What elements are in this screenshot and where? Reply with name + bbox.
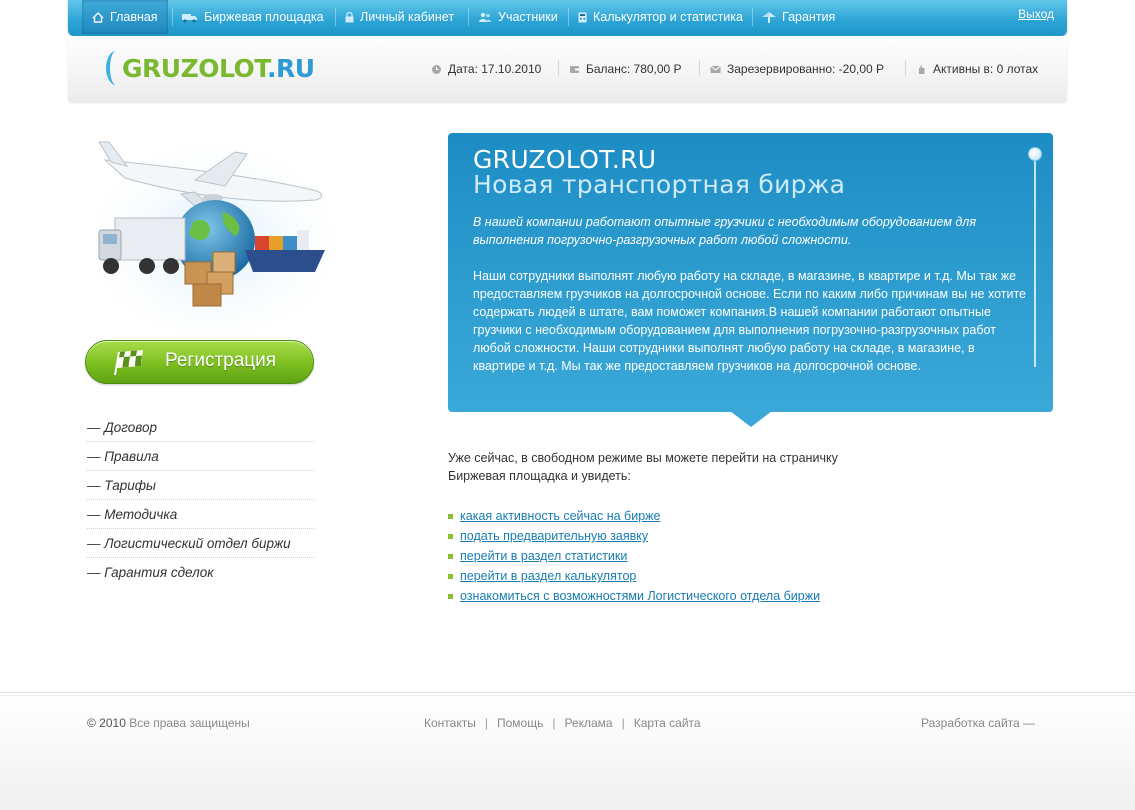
list-item: перейти в раздел статистики — [448, 546, 820, 566]
lock-icon — [345, 11, 354, 22]
stat-balance: Баланс: 780,00 Р — [569, 62, 682, 76]
sidebar-item-label: — Гарантия сделок — [87, 565, 214, 580]
logout-link[interactable]: Выход — [1018, 7, 1054, 21]
info-box-subtitle: Новая транспортная биржа — [473, 170, 846, 199]
link-calculator[interactable]: перейти в раздел калькулятор — [460, 566, 636, 586]
stat-active-text: Активны в: 0 лотах — [933, 62, 1039, 76]
nav-item-label: Участники — [498, 10, 558, 24]
quick-links: какая активность сейчас на бирже подать … — [448, 506, 820, 606]
intro-line: Уже сейчас, в свободном режиме вы можете… — [448, 451, 838, 465]
nav-item-exchange[interactable]: Биржевая площадка — [172, 0, 334, 34]
nav-item-label: Гарантия — [782, 10, 836, 24]
sidebar-item-label: — Правила — [87, 449, 159, 464]
sidebar-item-manual[interactable]: — Методичка — [87, 500, 314, 529]
nav-item-label: Биржевая площадка — [204, 10, 324, 24]
checkered-flag-icon — [114, 350, 143, 376]
sidebar-item-label: — Тарифы — [87, 478, 156, 493]
bullet-icon — [448, 513, 453, 519]
sidebar-item-label: — Договор — [87, 420, 158, 435]
footer: © 2010 Все права защищены Контакты | Пом… — [0, 697, 1135, 810]
nav-item-label: Личный кабинет — [360, 10, 455, 24]
footer-link-ads[interactable]: Реклама — [564, 716, 612, 730]
wallet-icon — [570, 65, 579, 73]
logo-tld-text: .RU — [267, 53, 315, 83]
site-logo[interactable]: GRUZOLOT.RU — [106, 48, 315, 88]
scrollbar-thumb[interactable] — [1028, 147, 1042, 161]
sidebar-item-rules[interactable]: — Правила — [87, 442, 314, 471]
bullet-icon — [448, 593, 453, 599]
stat-reserved-text: Зарезервированно: -20,00 Р — [727, 62, 885, 76]
info-box: GRUZOLOT.RU Новая транспортная биржа В н… — [448, 133, 1053, 427]
copyright-text: Все права защищены — [129, 716, 250, 730]
footer-separator: | — [621, 716, 625, 730]
footer-link-contacts[interactable]: Контакты — [424, 716, 476, 730]
clock-icon — [432, 64, 441, 74]
link-logistics[interactable]: ознакомиться с возможностями Логистическ… — [460, 586, 820, 606]
footer-links: Контакты | Помощь | Реклама | Карта сайт… — [424, 716, 701, 730]
header-bar: GRUZOLOT.RU Дата: 17.10.2010 Баланс: 780… — [68, 36, 1067, 102]
stat-reserved: Зарезервированно: -20,00 Р — [710, 62, 884, 76]
logo-main-text: GRUZOLOT — [122, 53, 268, 83]
stat-divider — [905, 60, 906, 76]
link-statistics[interactable]: перейти в раздел статистики — [460, 546, 627, 566]
footer-divider — [0, 692, 1135, 696]
footer-link-help[interactable]: Помощь — [497, 716, 543, 730]
envelope-icon — [710, 65, 721, 73]
stat-balance-text: Баланс: 780,00 Р — [586, 62, 682, 76]
sidebar-item-deal-guarantee[interactable]: — Гарантия сделок — [87, 558, 314, 587]
footer-separator: | — [552, 716, 556, 730]
info-box-lead: В нашей компании работают опытные грузчи… — [473, 215, 977, 247]
sidebar-item-label: — Логистический отдел биржи — [87, 536, 291, 551]
nav-item-label: Главная — [110, 10, 158, 24]
calculator-icon — [578, 12, 587, 22]
stat-divider — [558, 60, 559, 76]
info-box-body: Наши сотрудники выполнят любую работу на… — [473, 269, 1026, 373]
link-request[interactable]: подать предварительную заявку — [460, 526, 648, 546]
footer-link-sitemap[interactable]: Карта сайта — [634, 716, 701, 730]
register-button-label: Регистрация — [165, 350, 277, 371]
sidebar-item-tariffs[interactable]: — Тарифы — [87, 471, 314, 500]
sidebar-menu: — Договор — Правила — Тарифы — Методичка… — [87, 413, 314, 587]
nav-item-members[interactable]: Участники — [468, 0, 568, 34]
list-item: какая активность сейчас на бирже — [448, 506, 820, 526]
list-item: подать предварительную заявку — [448, 526, 820, 546]
developer-credit[interactable]: Разработка сайта — — [921, 716, 1035, 730]
nav-item-label: Калькулятор и статистика — [593, 10, 743, 24]
list-item: перейти в раздел калькулятор — [448, 566, 820, 586]
stat-active: Активны в: 0 лотах — [916, 62, 1038, 76]
users-icon — [479, 12, 491, 22]
stat-divider — [699, 60, 700, 76]
register-button[interactable]: Регистрация — [85, 340, 314, 384]
copyright: © 2010 Все права защищены — [87, 716, 250, 730]
home-icon — [92, 11, 104, 23]
copyright-year: © 2010 — [87, 716, 126, 730]
top-navigation: Главная Биржевая площадка Личный кабинет… — [68, 0, 1067, 36]
guarantee-icon — [762, 11, 776, 23]
bullet-icon — [448, 533, 453, 539]
truck-icon — [182, 13, 197, 23]
nav-item-home[interactable]: Главная — [82, 0, 168, 34]
bullet-icon — [448, 553, 453, 559]
list-item: ознакомиться с возможностями Логистическ… — [448, 586, 820, 606]
footer-separator: | — [484, 716, 488, 730]
hero-illustration — [85, 127, 340, 337]
sidebar-item-label: — Методичка — [87, 507, 178, 522]
stat-date: Дата: 17.10.2010 — [431, 62, 541, 76]
bullet-icon — [448, 573, 453, 579]
stat-date-text: Дата: 17.10.2010 — [448, 62, 542, 76]
info-box-pointer — [730, 411, 772, 427]
intro-line: Биржевая площадка и увидеть: — [448, 469, 631, 483]
nav-item-calculator[interactable]: Калькулятор и статистика — [568, 0, 753, 34]
intro-text: Уже сейчас, в свободном режиме вы можете… — [448, 449, 868, 485]
nav-item-cabinet[interactable]: Личный кабинет — [335, 0, 464, 34]
hand-icon — [919, 65, 925, 74]
sidebar-item-logistics[interactable]: — Логистический отдел биржи — [87, 529, 314, 558]
link-activity[interactable]: какая активность сейчас на бирже — [460, 506, 660, 526]
scrollbar-track[interactable] — [1034, 155, 1036, 367]
nav-item-guarantee[interactable]: Гарантия — [752, 0, 845, 34]
sidebar-item-contract[interactable]: — Договор — [87, 413, 314, 442]
